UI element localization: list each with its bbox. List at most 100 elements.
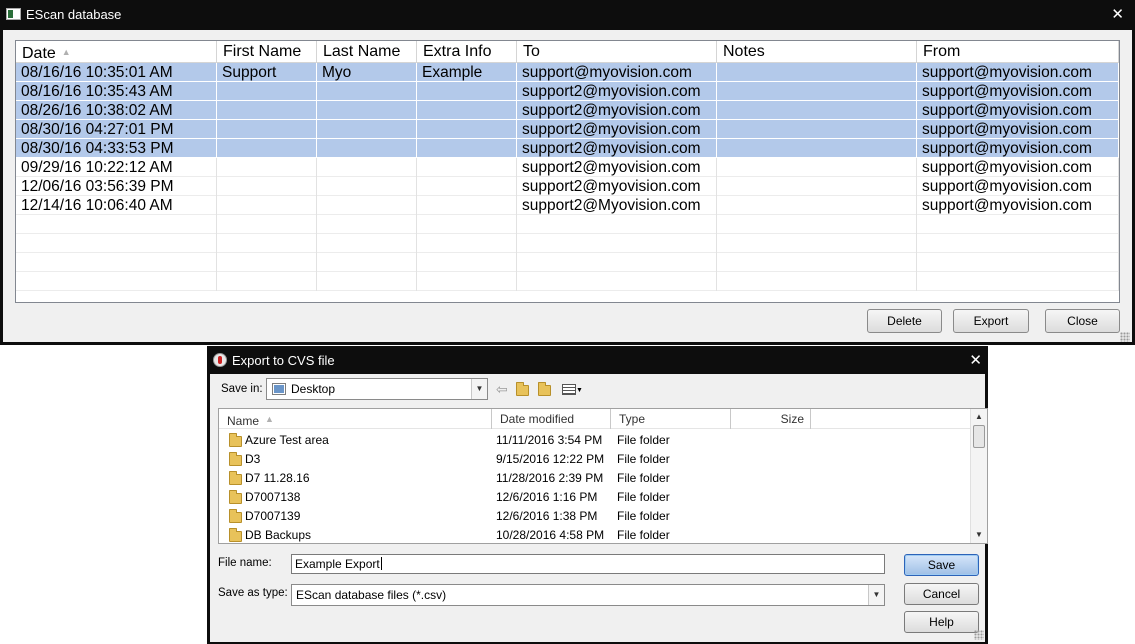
- file-date-modified: 9/15/2016 12:22 PM: [496, 452, 605, 466]
- list-item[interactable]: D7007139 12/6/2016 1:38 PM File folder: [219, 507, 972, 526]
- list-item[interactable]: D3 9/15/2016 12:22 PM File folder: [219, 450, 972, 469]
- column-header-to[interactable]: To: [517, 41, 717, 63]
- help-button[interactable]: Help: [904, 611, 979, 633]
- table-row[interactable]: 08/16/16 10:35:01 AM Support Myo Example sup…: [16, 63, 1119, 82]
- export-dialog: Export to CVS file ✕ Save in: Desktop ▼ …: [207, 346, 988, 644]
- resize-grip[interactable]: [974, 630, 984, 640]
- cell-from: [917, 272, 1119, 291]
- empty-table-row[interactable]: [16, 215, 1119, 234]
- scroll-thumb[interactable]: [973, 425, 985, 448]
- list-item[interactable]: DB Backups 10/28/2016 4:58 PM File folder: [219, 526, 972, 543]
- column-header-last-name[interactable]: Last Name: [317, 41, 417, 63]
- column-header-extra-info[interactable]: Extra Info: [417, 41, 517, 63]
- back-arrow-icon[interactable]: ⇦: [496, 380, 508, 398]
- cell-extra-info: [417, 177, 517, 196]
- column-header-notes[interactable]: Notes: [717, 41, 917, 63]
- resize-grip[interactable]: [1120, 332, 1130, 342]
- file-type: File folder: [617, 509, 670, 523]
- file-type: File folder: [617, 471, 670, 485]
- cell-date: 09/29/16 10:22:12 AM: [16, 158, 217, 177]
- cell-to: [517, 272, 717, 291]
- list-item[interactable]: D7007138 12/6/2016 1:16 PM File folder: [219, 488, 972, 507]
- scroll-up-icon[interactable]: ▲: [971, 410, 987, 424]
- table-row[interactable]: 09/29/16 10:22:12 AM support2@myovision.c…: [16, 158, 1119, 177]
- cell-extra-info: [417, 101, 517, 120]
- file-type: File folder: [617, 490, 670, 504]
- list-item[interactable]: D7 11.28.16 11/28/2016 2:39 PM File folder: [219, 469, 972, 488]
- file-list[interactable]: Name ▲ Date modified Type Size Azure Test…: [218, 408, 988, 544]
- file-type: File folder: [617, 452, 670, 466]
- cell-first-name: [217, 158, 317, 177]
- cell-first-name: [217, 177, 317, 196]
- file-date-modified: 12/6/2016 1:38 PM: [496, 509, 598, 523]
- cell-notes: [717, 272, 917, 291]
- cell-date: 08/30/16 04:33:53 PM: [16, 139, 217, 158]
- cell-notes: [717, 139, 917, 158]
- empty-table-row[interactable]: [16, 234, 1119, 253]
- cancel-button[interactable]: Cancel: [904, 583, 979, 605]
- column-header-name[interactable]: Name ▲: [219, 409, 492, 429]
- cell-notes: [717, 177, 917, 196]
- cell-last-name: [317, 139, 417, 158]
- app-icon: [213, 353, 227, 367]
- cell-to: [517, 234, 717, 253]
- cell-last-name: [317, 101, 417, 120]
- cell-date: 08/16/16 10:35:01 AM: [16, 63, 217, 82]
- export-button[interactable]: Export: [953, 309, 1029, 333]
- file-name: D7007138: [245, 490, 301, 504]
- table-row[interactable]: 12/06/16 03:56:39 PM support2@myovision.c…: [16, 177, 1119, 196]
- cell-last-name: [317, 158, 417, 177]
- cell-from: support@myovision.com: [917, 101, 1119, 120]
- column-header-type[interactable]: Type: [611, 409, 731, 429]
- up-folder-icon[interactable]: [516, 380, 529, 398]
- cell-from: support@myovision.com: [917, 139, 1119, 158]
- cell-extra-info: [417, 253, 517, 272]
- table-row[interactable]: 08/26/16 10:38:02 AM support2@myovision.c…: [16, 101, 1119, 120]
- column-header-size[interactable]: Size: [731, 409, 811, 429]
- scroll-down-icon[interactable]: ▼: [971, 528, 987, 542]
- cell-date: 12/06/16 03:56:39 PM: [16, 177, 217, 196]
- chevron-down-icon[interactable]: ▼: [868, 585, 884, 605]
- empty-table-row[interactable]: [16, 253, 1119, 272]
- chevron-down-icon[interactable]: ▼: [471, 379, 487, 399]
- list-item[interactable]: Azure Test area 11/11/2016 3:54 PM File fo…: [219, 431, 972, 450]
- table-row[interactable]: 08/30/16 04:33:53 PM support2@myovision.c…: [16, 139, 1119, 158]
- column-header-date-modified[interactable]: Date modified: [492, 409, 611, 429]
- text-caret: [380, 557, 382, 570]
- cell-from: [917, 215, 1119, 234]
- cell-first-name: [217, 234, 317, 253]
- save-in-combo[interactable]: Desktop ▼: [266, 378, 488, 400]
- cell-to: support2@myovision.com: [517, 139, 717, 158]
- cell-first-name: [217, 215, 317, 234]
- table-row[interactable]: 08/16/16 10:35:43 AM support2@myovision.c…: [16, 82, 1119, 101]
- column-header-from[interactable]: From: [917, 41, 1119, 63]
- table-row[interactable]: 12/14/16 10:06:40 AM support2@Myovision.c…: [16, 196, 1119, 215]
- close-button[interactable]: Close: [1045, 309, 1120, 333]
- save-button[interactable]: Save: [904, 554, 979, 576]
- window-title: EScan database: [26, 7, 122, 22]
- file-name-input[interactable]: Example Export: [291, 554, 885, 574]
- new-folder-icon[interactable]: [538, 380, 551, 398]
- folder-icon: [229, 509, 242, 523]
- save-as-type-value: EScan database files (*.csv): [296, 588, 447, 602]
- table-row[interactable]: 08/30/16 04:27:01 PM support2@myovision.c…: [16, 120, 1119, 139]
- save-as-type-label: Save as type:: [218, 587, 288, 599]
- vertical-scrollbar[interactable]: ▲ ▼: [970, 409, 987, 543]
- save-in-label: Save in:: [221, 383, 263, 395]
- cell-to: support2@myovision.com: [517, 158, 717, 177]
- file-date-modified: 11/28/2016 2:39 PM: [496, 471, 604, 485]
- file-name-label: File name:: [218, 557, 272, 569]
- empty-table-row[interactable]: [16, 272, 1119, 291]
- delete-button[interactable]: Delete: [867, 309, 942, 333]
- file-name: D3: [245, 452, 261, 466]
- dialog-title: Export to CVS file: [232, 353, 335, 368]
- cell-extra-info: [417, 139, 517, 158]
- save-as-type-combo[interactable]: EScan database files (*.csv) ▼: [291, 584, 885, 606]
- close-icon[interactable]: ✕: [969, 351, 982, 369]
- close-icon[interactable]: ✕: [1111, 5, 1124, 23]
- view-menu-icon[interactable]: ▼: [562, 380, 586, 398]
- file-list-header: Name ▲ Date modified Type Size: [219, 409, 972, 429]
- column-header-date[interactable]: Date ▲: [16, 41, 217, 63]
- column-header-first-name[interactable]: First Name: [217, 41, 317, 63]
- records-grid[interactable]: Date ▲ First Name Last Name Extra Info To…: [15, 40, 1120, 303]
